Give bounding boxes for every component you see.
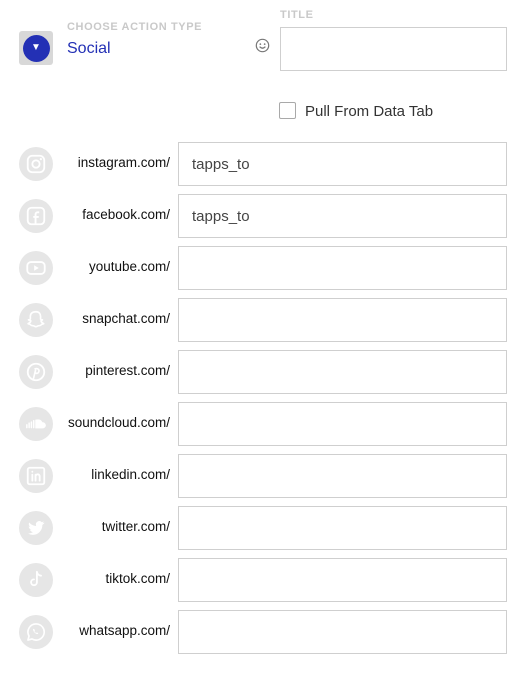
linkedin-icon xyxy=(19,459,53,493)
social-row: pinterest.com/ xyxy=(0,350,520,394)
chevron-down-icon: ▼ xyxy=(22,34,50,62)
pull-from-data-tab-checkbox[interactable] xyxy=(279,102,296,119)
social-handle-input[interactable] xyxy=(178,350,507,394)
social-label: linkedin.com/ xyxy=(91,467,170,482)
social-label: twitter.com/ xyxy=(101,519,170,534)
social-label: instagram.com/ xyxy=(77,155,170,170)
social-label: tiktok.com/ xyxy=(105,571,170,586)
social-row: tiktok.com/ xyxy=(0,558,520,602)
social-handle-input[interactable] xyxy=(178,142,507,186)
social-row: linkedin.com/ xyxy=(0,454,520,498)
title-label: TITLE xyxy=(280,9,314,21)
social-handle-input[interactable] xyxy=(178,558,507,602)
twitter-icon xyxy=(19,511,53,545)
soundcloud-icon xyxy=(19,407,53,441)
social-label: whatsapp.com/ xyxy=(79,623,170,638)
instagram-icon xyxy=(19,147,53,181)
youtube-icon xyxy=(19,251,53,285)
facebook-icon xyxy=(19,199,53,233)
social-label: youtube.com/ xyxy=(88,259,170,274)
social-handle-input[interactable] xyxy=(178,506,507,550)
emoji-icon[interactable] xyxy=(255,38,270,53)
snapchat-icon xyxy=(19,303,53,337)
social-row: twitter.com/ xyxy=(0,506,520,550)
social-row: facebook.com/ xyxy=(0,194,520,238)
social-handle-input[interactable] xyxy=(178,454,507,498)
pinterest-icon xyxy=(19,355,53,389)
social-handle-input[interactable] xyxy=(178,194,507,238)
social-row: whatsapp.com/ xyxy=(0,610,520,654)
pull-from-data-tab-label: Pull From Data Tab xyxy=(305,103,434,120)
title-input[interactable] xyxy=(280,27,507,71)
social-handle-input[interactable] xyxy=(178,298,507,342)
social-handle-input[interactable] xyxy=(178,246,507,290)
social-label: snapchat.com/ xyxy=(82,311,170,326)
action-type-label: CHOOSE ACTION TYPE xyxy=(67,21,203,33)
social-row: soundcloud.com/ xyxy=(0,402,520,446)
social-label: soundcloud.com/ xyxy=(67,415,170,430)
social-label: facebook.com/ xyxy=(82,207,170,222)
action-type-button[interactable]: ▼ xyxy=(19,31,53,65)
social-row: instagram.com/ xyxy=(0,142,520,186)
action-type-value[interactable]: Social xyxy=(67,40,111,58)
social-handle-input[interactable] xyxy=(178,402,507,446)
social-handle-input[interactable] xyxy=(178,610,507,654)
social-row: snapchat.com/ xyxy=(0,298,520,342)
social-row: youtube.com/ xyxy=(0,246,520,290)
social-label: pinterest.com/ xyxy=(85,363,170,378)
whatsapp-icon xyxy=(19,615,53,649)
tiktok-icon xyxy=(19,563,53,597)
